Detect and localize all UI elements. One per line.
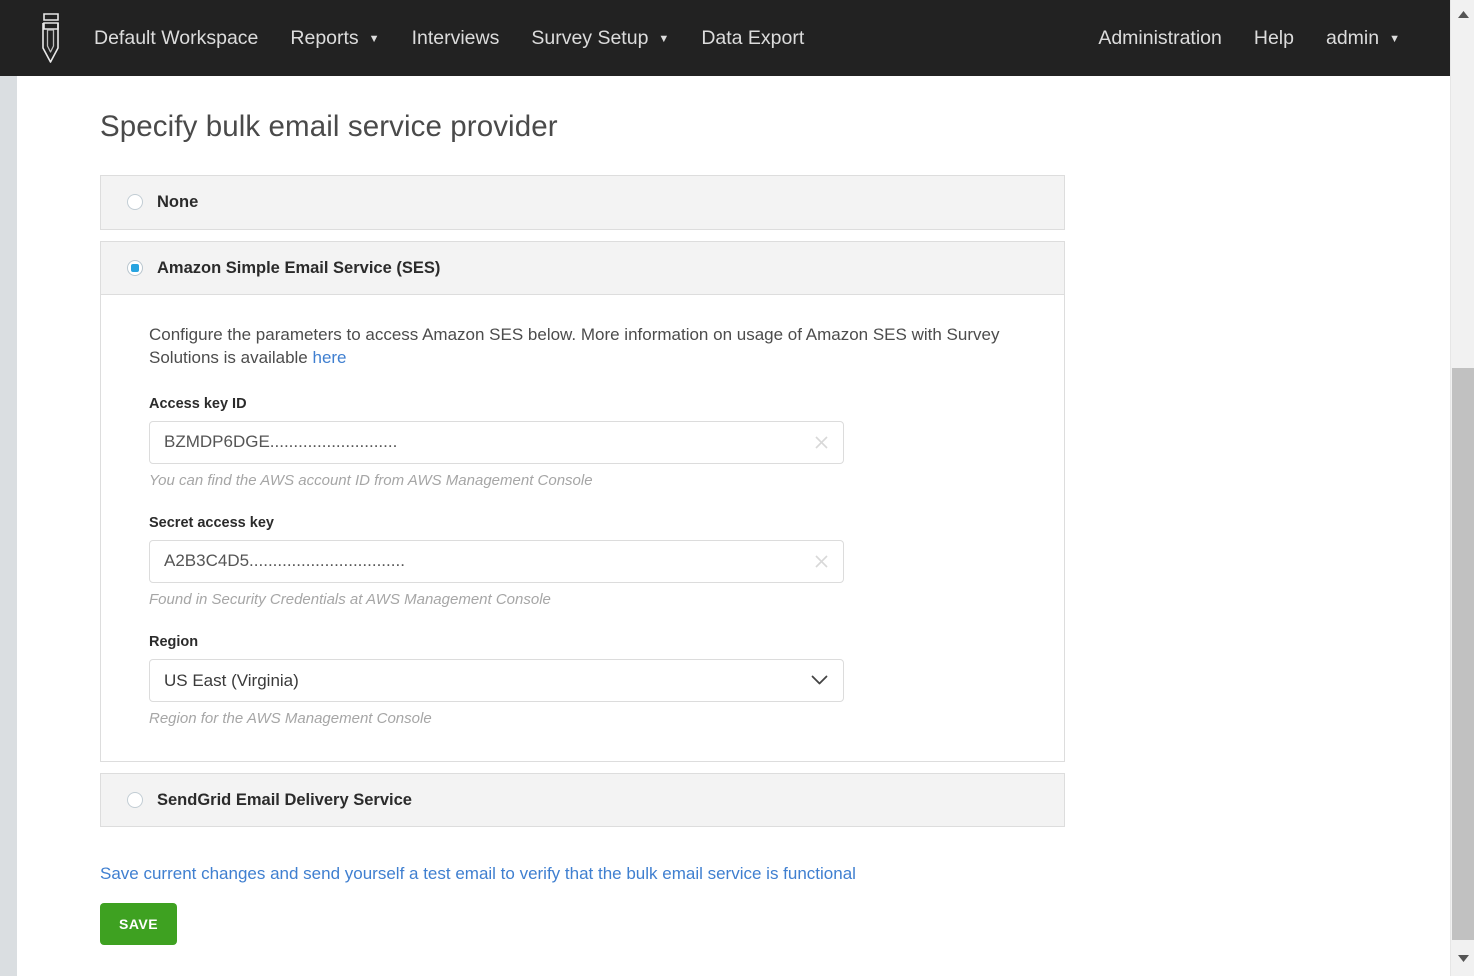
region-select-wrap: US East (Virginia)	[149, 658, 844, 702]
scroll-down-arrow-icon[interactable]	[1451, 948, 1474, 968]
provider-label-none: None	[157, 193, 199, 211]
scroll-up-arrow-icon[interactable]	[1451, 4, 1474, 24]
page-title: Specify bulk email service provider	[100, 110, 558, 143]
nav-item-label: Reports	[290, 27, 359, 49]
hint-access-key-id: You can find the AWS account ID from AWS…	[149, 471, 593, 489]
hint-region: Region for the AWS Management Console	[149, 709, 432, 727]
ses-description-text: Configure the parameters to access Amazo…	[149, 325, 1000, 368]
ses-docs-link[interactable]: here	[312, 348, 346, 367]
provider-option-sendgrid[interactable]: SendGrid Email Delivery Service	[101, 773, 1064, 827]
radio-sendgrid[interactable]	[127, 792, 143, 809]
nav-item-data-export[interactable]: Data Export	[685, 0, 820, 76]
provider-panel-sendgrid: SendGrid Email Delivery Service	[100, 772, 1065, 828]
nav-item-label: Data Export	[701, 27, 805, 49]
nav-item-admin-account[interactable]: admin ▼	[1310, 0, 1416, 76]
nav-item-survey-setup[interactable]: Survey Setup ▼	[515, 0, 685, 76]
save-button[interactable]: SAVE	[100, 903, 178, 946]
nav-item-administration[interactable]: Administration	[1082, 0, 1238, 76]
scrollbar-thumb[interactable]	[1452, 368, 1474, 940]
secret-access-key-input[interactable]	[149, 539, 844, 583]
clear-access-key-id-icon[interactable]	[811, 432, 831, 452]
nav-item-label: Default Workspace	[94, 27, 259, 49]
nav-item-label: Help	[1253, 27, 1294, 49]
label-secret-access-key: Secret access key	[149, 514, 274, 531]
left-gutter	[0, 76, 17, 976]
provider-label-ses: Amazon Simple Email Service (SES)	[157, 258, 441, 277]
nav-item-label: admin	[1325, 27, 1380, 49]
top-navbar: Default Workspace Reports ▼ Interviews S…	[0, 0, 1450, 76]
nav-item-help[interactable]: Help	[1238, 0, 1310, 76]
provider-panel-ses: Amazon Simple Email Service (SES) Config…	[100, 240, 1065, 762]
form-group-access-key-id: Access key ID You can fin	[149, 396, 1040, 489]
hint-secret-access-key: Found in Security Credentials at AWS Man…	[149, 590, 551, 608]
radio-none[interactable]	[127, 194, 143, 211]
nav-item-interviews[interactable]: Interviews	[396, 0, 516, 76]
survey-solutions-logo-icon[interactable]	[34, 10, 66, 66]
label-access-key-id: Access key ID	[149, 395, 247, 412]
send-test-email-link[interactable]: Save current changes and send yourself a…	[100, 864, 856, 884]
region-select[interactable]: US East (Virginia)	[149, 658, 844, 702]
app-window: Default Workspace Reports ▼ Interviews S…	[0, 0, 1474, 976]
provider-option-ses[interactable]: Amazon Simple Email Service (SES)	[101, 241, 1064, 295]
main-content: Specify bulk email service provider None…	[17, 76, 1450, 976]
provider-label-sendgrid: SendGrid Email Delivery Service	[157, 790, 412, 809]
provider-option-none[interactable]: None	[101, 176, 1064, 229]
nav-item-reports[interactable]: Reports ▼	[274, 0, 395, 76]
ses-settings-form: Configure the parameters to access Amazo…	[101, 295, 1064, 761]
vertical-scrollbar[interactable]	[1450, 0, 1474, 976]
chevron-down-icon: ▼	[658, 33, 670, 45]
navbar-left-menu: Default Workspace Reports ▼ Interviews S…	[78, 0, 1082, 76]
chevron-down-icon: ▼	[1389, 33, 1400, 45]
ses-description: Configure the parameters to access Amazo…	[149, 323, 1004, 370]
nav-item-default-workspace[interactable]: Default Workspace	[78, 0, 274, 76]
access-key-id-input[interactable]	[149, 420, 844, 464]
form-actions: Save current changes and send yourself a…	[100, 864, 1450, 946]
clear-secret-access-key-icon[interactable]	[811, 551, 831, 571]
provider-options-list: None Amazon Simple Email Service (SES) C…	[100, 175, 1065, 828]
form-group-region: Region US East (Virginia) Region for the…	[149, 634, 1040, 727]
secret-access-key-input-wrap	[149, 539, 844, 583]
access-key-id-input-wrap	[149, 420, 844, 464]
nav-item-label: Interviews	[411, 27, 500, 49]
nav-item-label: Survey Setup	[531, 27, 649, 49]
radio-ses[interactable]	[127, 259, 143, 276]
chevron-down-icon: ▼	[368, 33, 380, 45]
label-region: Region	[149, 633, 199, 650]
form-group-secret-access-key: Secret access key Found i	[149, 515, 1040, 608]
provider-panel-none: None	[100, 175, 1065, 230]
nav-item-label: Administration	[1098, 27, 1222, 49]
navbar-right-menu: Administration Help admin ▼	[1082, 0, 1416, 76]
